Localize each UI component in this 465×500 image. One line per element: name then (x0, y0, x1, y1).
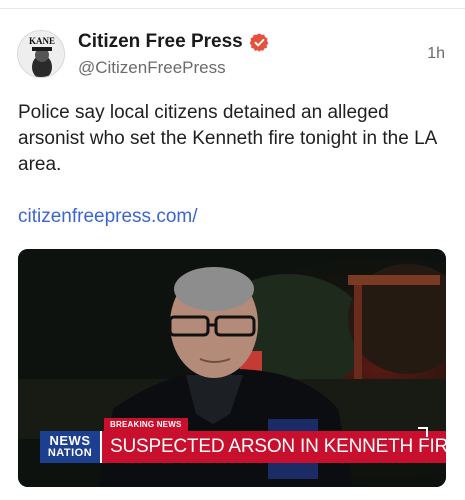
media-video[interactable]: BREAKING NEWS NEWS NATION SUSPECTED ARSO… (18, 249, 446, 487)
avatar[interactable]: KANE (17, 30, 65, 78)
news-chyron: NEWS NATION SUSPECTED ARSON IN KENNETH F… (40, 431, 446, 463)
avatar-image: KANE (18, 31, 64, 77)
avatar-label: KANE (29, 36, 55, 46)
post-timestamp[interactable]: 1h (427, 45, 445, 63)
network-logo-line1: NEWS (49, 433, 91, 448)
breaking-news-tag: BREAKING NEWS (104, 418, 188, 431)
corner-bracket-icon (418, 427, 428, 437)
chyron-headline: SUSPECTED ARSON IN KENNETH FIRE (102, 431, 446, 463)
post-body: Police say local citizens detained an al… (18, 102, 437, 175)
verified-badge-icon (249, 32, 269, 52)
user-handle[interactable]: @CitizenFreePress (78, 58, 226, 78)
post-link[interactable]: citizenfreepress.com/ (18, 206, 198, 228)
network-logo: NEWS NATION (40, 431, 102, 463)
display-name-text: Citizen Free Press (78, 31, 243, 52)
network-logo-line2: NATION (47, 447, 93, 459)
display-name[interactable]: Citizen Free Press (78, 31, 270, 53)
post-card[interactable]: KANE Citizen Free Press @CitizenFreePres… (0, 0, 465, 500)
